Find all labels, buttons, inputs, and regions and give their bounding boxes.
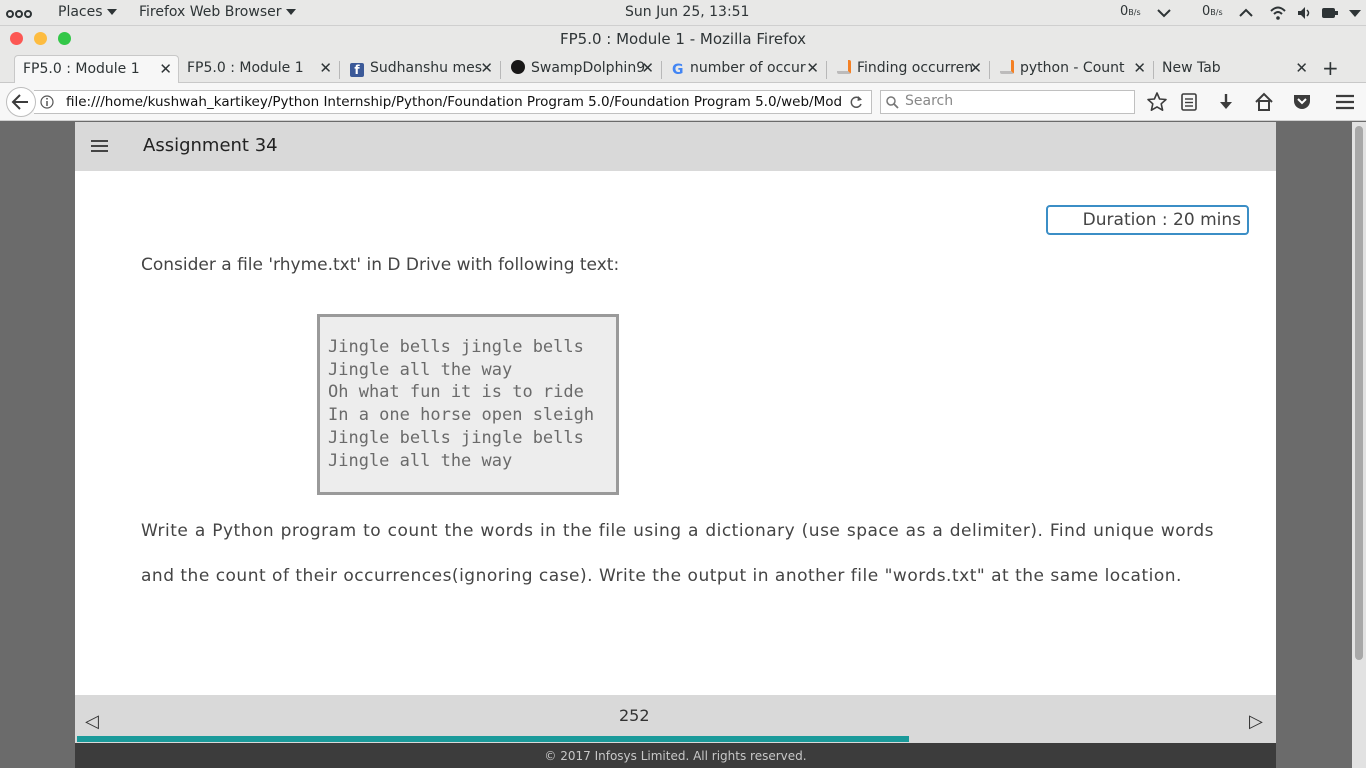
pager-bar: ◁ 252 ▷ bbox=[75, 695, 1276, 743]
system-top-panel: Places Firefox Web Browser Sun Jun 25, 1… bbox=[0, 0, 1366, 26]
back-arrow-icon bbox=[11, 94, 28, 110]
duration-badge: Duration : 20 mins bbox=[1046, 205, 1249, 235]
vertical-scrollbar[interactable] bbox=[1352, 122, 1366, 768]
net-up-indicator: 0B/s bbox=[1202, 4, 1223, 19]
scrollbar-thumb[interactable] bbox=[1355, 126, 1363, 660]
net-up-unit: B/s bbox=[1210, 8, 1223, 17]
navigation-toolbar: file:///home/kushwah_kartikey/Python Int… bbox=[0, 83, 1366, 121]
tab-label: number of occur bbox=[690, 60, 806, 76]
progress-bar-fill bbox=[77, 736, 909, 742]
download-icon[interactable] bbox=[1215, 91, 1237, 113]
info-icon[interactable] bbox=[40, 95, 54, 109]
window-title-bar: FP5.0 : Module 1 - Mozilla Firefox bbox=[0, 26, 1366, 52]
stackoverflow-icon bbox=[1000, 60, 1014, 74]
tab-fp5-module1-active[interactable]: FP5.0 : Module 1 ✕ bbox=[14, 55, 179, 83]
new-tab-plus-icon[interactable]: + bbox=[1322, 56, 1339, 80]
tab-fp5-module1[interactable]: FP5.0 : Module 1 ✕ bbox=[179, 55, 338, 83]
app-menu[interactable]: Firefox Web Browser bbox=[139, 4, 296, 20]
intro-text: Consider a file 'rhyme.txt' in D Drive w… bbox=[141, 255, 620, 275]
volume-icon[interactable] bbox=[1297, 6, 1311, 20]
wifi-icon[interactable] bbox=[1270, 6, 1286, 20]
tab-facebook[interactable]: f Sudhanshu mes ✕ bbox=[342, 55, 499, 83]
tab-close-icon[interactable]: ✕ bbox=[806, 59, 819, 77]
tab-label: Sudhanshu mes bbox=[370, 60, 483, 76]
next-page-button[interactable]: ▷ bbox=[1249, 711, 1263, 732]
home-icon[interactable] bbox=[1253, 91, 1275, 113]
rhyme-line: Jingle all the way bbox=[328, 450, 513, 471]
tab-label: Finding occurren bbox=[857, 60, 974, 76]
tab-close-icon[interactable]: ✕ bbox=[1295, 59, 1308, 77]
tab-close-icon[interactable]: ✕ bbox=[1133, 59, 1146, 77]
chevron-up-icon[interactable] bbox=[1239, 8, 1253, 18]
page-number: 252 bbox=[619, 706, 650, 725]
search-placeholder: Search bbox=[905, 93, 954, 109]
tab-separator bbox=[339, 61, 340, 79]
places-menu-label: Places bbox=[58, 4, 103, 20]
tab-separator bbox=[989, 61, 990, 79]
url-text: file:///home/kushwah_kartikey/Python Int… bbox=[66, 94, 843, 110]
tab-github[interactable]: SwampDolphin9 ✕ bbox=[503, 55, 660, 83]
rhyme-image: Jingle bells jingle bells Jingle all the… bbox=[317, 314, 619, 495]
tab-close-icon[interactable]: ✕ bbox=[641, 59, 654, 77]
system-menu-chevron-icon[interactable] bbox=[1349, 8, 1361, 18]
chevron-down-icon bbox=[106, 9, 117, 15]
places-menu[interactable]: Places bbox=[58, 4, 117, 20]
stackoverflow-icon bbox=[837, 60, 851, 74]
net-down-indicator: 0B/s bbox=[1120, 4, 1141, 19]
copyright-footer: © 2017 Infosys Limited. All rights reser… bbox=[75, 743, 1276, 768]
tab-close-icon[interactable]: ✕ bbox=[969, 59, 982, 77]
card-header: Assignment 34 bbox=[75, 122, 1276, 171]
tab-google[interactable]: Gnumber of occur ✕ bbox=[664, 55, 825, 83]
app-menu-label: Firefox Web Browser bbox=[139, 4, 282, 20]
clock[interactable]: Sun Jun 25, 13:51 bbox=[625, 4, 749, 20]
progress-bar bbox=[77, 736, 1274, 742]
chevron-down-icon bbox=[285, 9, 296, 15]
search-input[interactable]: Search bbox=[880, 90, 1135, 114]
reading-list-icon[interactable] bbox=[1178, 91, 1200, 113]
tab-close-icon[interactable]: ✕ bbox=[480, 59, 493, 77]
tab-new-tab[interactable]: New Tab ✕ bbox=[1154, 55, 1314, 83]
rhyme-line: In a one horse open sleigh bbox=[328, 405, 595, 426]
tab-close-icon[interactable]: ✕ bbox=[159, 60, 172, 78]
search-icon bbox=[886, 96, 899, 109]
net-down-unit: B/s bbox=[1128, 8, 1141, 17]
tab-label: FP5.0 : Module 1 bbox=[23, 61, 140, 77]
page-viewport: Assignment 34 Duration : 20 mins Conside… bbox=[0, 122, 1366, 768]
tab-stackoverflow-2[interactable]: python - Count ✕ bbox=[992, 55, 1152, 83]
question-text: Write a Python program to count the word… bbox=[141, 521, 1214, 586]
tab-strip: FP5.0 : Module 1 ✕ FP5.0 : Module 1 ✕ fS… bbox=[0, 52, 1366, 83]
rhyme-line: Jingle all the way bbox=[328, 359, 513, 380]
tab-label: python - Count bbox=[1020, 60, 1125, 76]
tab-close-icon[interactable]: ✕ bbox=[319, 59, 332, 77]
hamburger-menu-icon[interactable] bbox=[1334, 91, 1356, 113]
url-bar[interactable]: file:///home/kushwah_kartikey/Python Int… bbox=[34, 90, 872, 114]
bookmark-star-icon[interactable] bbox=[1146, 91, 1168, 113]
tab-label: FP5.0 : Module 1 bbox=[187, 60, 304, 76]
rhyme-line: Jingle bells jingle bells bbox=[328, 427, 584, 448]
pocket-icon[interactable] bbox=[1291, 91, 1313, 113]
github-icon bbox=[511, 60, 525, 74]
tab-label: SwampDolphin9 bbox=[531, 60, 646, 76]
assignment-card: Assignment 34 Duration : 20 mins Conside… bbox=[75, 122, 1276, 768]
tab-separator bbox=[500, 61, 501, 79]
tab-stackoverflow-1[interactable]: Finding occurren ✕ bbox=[829, 55, 988, 83]
reload-icon[interactable] bbox=[849, 95, 863, 109]
page-title: Assignment 34 bbox=[143, 135, 278, 156]
rhyme-line: Jingle bells jingle bells bbox=[328, 337, 584, 357]
tab-separator bbox=[826, 61, 827, 79]
rhyme-line: Oh what fun it is to ride bbox=[328, 382, 584, 403]
back-button[interactable] bbox=[6, 87, 36, 117]
facebook-icon: f bbox=[350, 63, 364, 77]
tab-separator bbox=[661, 61, 662, 79]
chevron-down-icon[interactable] bbox=[1157, 8, 1171, 18]
activities-dots-icon[interactable] bbox=[6, 6, 33, 22]
hamburger-icon[interactable] bbox=[91, 140, 108, 152]
battery-icon[interactable] bbox=[1322, 8, 1338, 18]
window-title: FP5.0 : Module 1 - Mozilla Firefox bbox=[559, 30, 807, 48]
previous-page-button[interactable]: ◁ bbox=[85, 711, 99, 732]
tab-label: New Tab bbox=[1162, 60, 1221, 76]
google-icon: G bbox=[672, 62, 684, 78]
